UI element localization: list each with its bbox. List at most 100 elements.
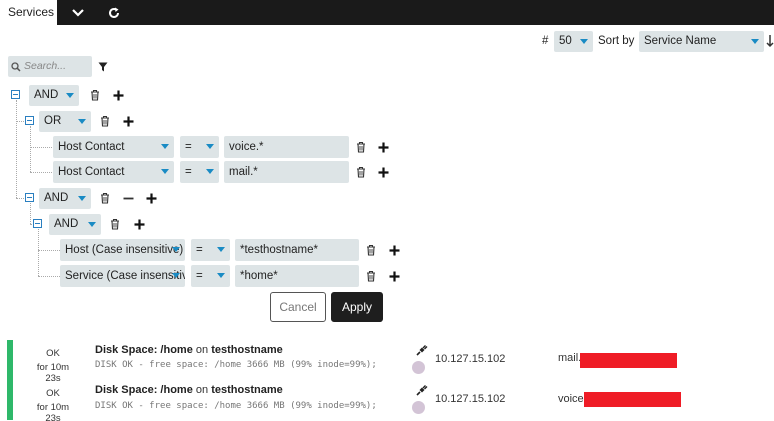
add-icon[interactable] [121, 114, 135, 128]
trash-icon[interactable] [99, 191, 111, 205]
plug-icon [414, 383, 428, 397]
host-name: testhostname [211, 384, 283, 396]
group2-operator-value: AND [44, 192, 69, 204]
rule-field-select[interactable]: Service (Case insensitive) [60, 265, 185, 287]
rule-field-select[interactable]: Host Contact [53, 161, 174, 183]
host-status-dot [412, 361, 425, 374]
collapse-toggle[interactable] [25, 116, 34, 125]
collapse-toggle[interactable] [11, 90, 20, 99]
group1-operator-value: OR [44, 115, 62, 127]
service-row[interactable]: OK for 10m 23s Disk Space: /home on test… [0, 380, 774, 421]
tree-line [30, 126, 31, 172]
rule-value: *home* [240, 270, 278, 282]
on-label: on [195, 384, 209, 396]
rule-field-value: Service (Case insensitive) [65, 270, 185, 282]
service-output: DISK OK - free space: /home 3666 MB (99%… [95, 360, 377, 370]
chevron-down-icon [217, 273, 225, 278]
apply-button[interactable]: Apply [331, 292, 383, 322]
add-icon[interactable] [111, 88, 125, 102]
cancel-button[interactable]: Cancel [270, 292, 326, 322]
rule-value-input[interactable]: mail.* [224, 161, 349, 183]
status-duration: for 10m 23s [36, 402, 70, 421]
tree-line [38, 229, 39, 276]
chevron-down-icon [88, 222, 96, 227]
rule-field-value: Host Contact [58, 141, 125, 153]
status-badge: OK [46, 388, 60, 399]
group2-operator-select[interactable]: AND [39, 188, 91, 209]
tab-services[interactable]: Services [0, 0, 57, 25]
add-icon[interactable] [132, 217, 146, 231]
add-icon[interactable] [376, 165, 390, 179]
trash-icon[interactable] [99, 114, 111, 128]
rule-field-value: Host (Case insensitive) [65, 244, 184, 256]
sort-by-label: Sort by [598, 35, 635, 47]
trash-icon[interactable] [109, 217, 121, 231]
root-operator-select[interactable]: AND [29, 85, 79, 106]
group1-operator-select[interactable]: OR [39, 111, 91, 132]
sort-by-select[interactable]: Service Name [639, 31, 764, 52]
subgroup-operator-select[interactable]: AND [49, 214, 101, 235]
contact: mail. [558, 352, 582, 364]
page-size-value: 50 [559, 35, 572, 47]
rule-field-select[interactable]: Host (Case insensitive) [60, 239, 185, 261]
search-placeholder: Search... [24, 60, 67, 72]
refresh-icon[interactable] [100, 0, 128, 25]
search-icon [10, 61, 21, 72]
rule-field-value: Host Contact [58, 166, 125, 178]
on-label: on [195, 344, 209, 356]
rule-operator-select[interactable]: = [191, 239, 230, 261]
status-stripe [7, 340, 13, 380]
chevron-down-icon [751, 39, 759, 44]
rule-operator-value: = [196, 244, 203, 256]
host-status-dot [412, 401, 425, 414]
rule-operator-value: = [185, 166, 192, 178]
sort-direction-icon[interactable] [766, 33, 774, 49]
add-icon[interactable] [387, 269, 401, 283]
chevron-down-icon [580, 39, 588, 44]
chevron-down-icon [161, 169, 169, 174]
trash-icon[interactable] [355, 165, 367, 179]
subgroup-operator-value: AND [54, 218, 79, 230]
service-row[interactable]: OK for 10m 23s Disk Space: /home on test… [0, 340, 774, 384]
add-icon[interactable] [376, 140, 390, 154]
trash-icon[interactable] [355, 140, 367, 154]
contact: voice. [558, 393, 587, 405]
chevron-down-icon [172, 273, 180, 278]
service-title[interactable]: Disk Space: /home on testhostname [95, 344, 283, 356]
rule-operator-value: = [196, 270, 203, 282]
rule-value-input[interactable]: *testhostname* [235, 239, 359, 261]
rule-operator-select[interactable]: = [191, 265, 230, 287]
chevron-down-icon[interactable] [64, 0, 92, 25]
collapse-toggle[interactable] [25, 193, 34, 202]
add-icon[interactable] [144, 191, 158, 205]
service-name: Disk Space: /home [95, 384, 193, 396]
rule-operator-select[interactable]: = [180, 136, 219, 158]
add-icon[interactable] [387, 243, 401, 257]
chevron-down-icon [206, 169, 214, 174]
chevron-down-icon [206, 144, 214, 149]
trash-icon[interactable] [89, 88, 101, 102]
host-name: testhostname [211, 344, 283, 356]
service-title[interactable]: Disk Space: /home on testhostname [95, 384, 283, 396]
collapse-toggle[interactable] [33, 219, 42, 228]
tree-line [30, 147, 54, 148]
chevron-down-icon [172, 247, 180, 252]
trash-icon[interactable] [365, 243, 377, 257]
rule-value: *testhostname* [240, 244, 318, 256]
redaction-bar [584, 392, 681, 407]
tree-line [30, 172, 54, 173]
rule-value: voice.* [229, 141, 264, 153]
remove-icon[interactable] [121, 191, 135, 205]
rule-value-input[interactable]: voice.* [224, 136, 349, 158]
rule-operator-select[interactable]: = [180, 161, 219, 183]
rule-operator-value: = [185, 141, 192, 153]
rule-value: mail.* [229, 166, 258, 178]
chevron-down-icon [217, 247, 225, 252]
rule-value-input[interactable]: *home* [235, 265, 359, 287]
chevron-down-icon [161, 144, 169, 149]
trash-icon[interactable] [365, 269, 377, 283]
chevron-down-icon [78, 196, 86, 201]
page-size-select[interactable]: 50 [554, 31, 593, 52]
rule-field-select[interactable]: Host Contact [53, 136, 174, 158]
filter-icon[interactable] [97, 61, 108, 72]
